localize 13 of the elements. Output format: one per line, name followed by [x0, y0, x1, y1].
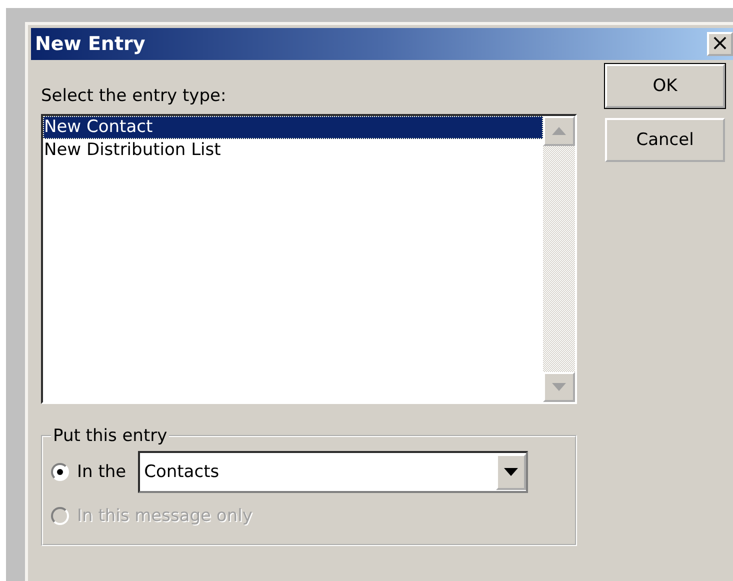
folder-dropdown[interactable]: Contacts [138, 451, 528, 493]
prompt-label: Select the entry type: [41, 86, 228, 106]
dialog-button[interactable]: Cancel [605, 118, 725, 162]
group-legend: Put this entry [51, 426, 170, 446]
list-item[interactable]: New Contact [43, 116, 543, 139]
dialog-button[interactable]: OK [605, 64, 725, 108]
scroll-up-icon[interactable] [543, 116, 575, 146]
window-title: New Entry [35, 33, 146, 55]
scroll-down-icon[interactable] [543, 372, 575, 402]
close-button[interactable]: × [707, 32, 733, 56]
radio-button[interactable] [51, 463, 69, 481]
list-item[interactable]: New Distribution List [43, 139, 543, 162]
radio-label: In the [77, 462, 126, 482]
